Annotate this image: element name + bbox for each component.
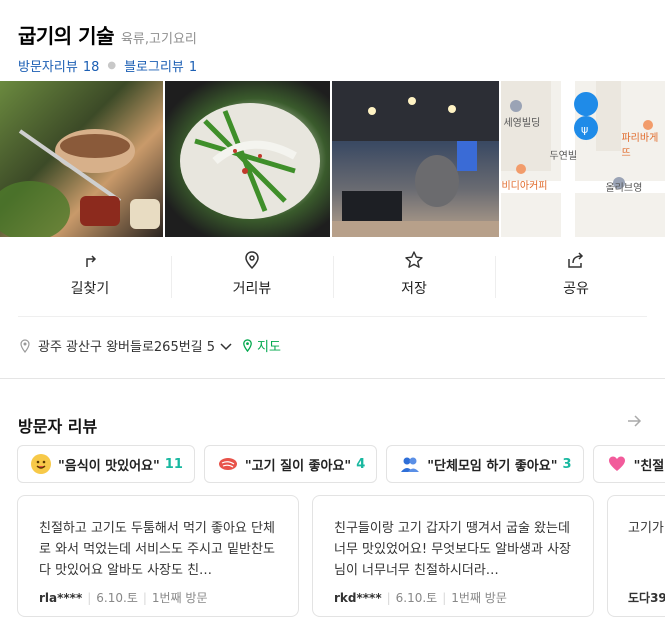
map-thumbnail[interactable]: ψ 세영빌딩 두연빌 파리바게뜨 비디아커피 올리브영 [501,81,665,237]
share-button[interactable]: 공유 [495,250,657,302]
group-icon [400,454,420,474]
keyword-chip-count: 3 [562,456,572,472]
photo-strip: ψ 세영빌딩 두연빌 파리바게뜨 비디아커피 올리브영 [0,81,665,237]
meat-icon [218,454,238,474]
photo-restaurant-interior[interactable] [332,81,500,237]
share-label: 공유 [563,281,589,297]
review-card[interactable]: 친구들이랑 고기 갑자기 땡겨서 굽술 왔는데 너무 맛있었어요! 무엇보다도 … [312,495,594,617]
photo-onion-salad[interactable] [164,81,330,237]
divider [18,316,647,317]
visitor-review-count: 18 [82,60,100,75]
keyword-chip-text: "음식이 맛있어요" [58,458,160,474]
action-bar: 길찾기 거리뷰 저장 공유 [9,250,657,302]
section-divider [0,378,665,379]
star-icon [405,251,423,268]
chevron-down-icon[interactable] [219,339,233,353]
review-card[interactable]: 친절하고 고기도 두툼해서 먹기 좋아요 단체로 와서 먹었는데 서비스도 주시… [17,495,299,617]
review-user: rkd**** [334,590,382,605]
review-card[interactable]: 고기가 도다39 [607,495,665,617]
yummy-face-icon [31,454,51,474]
svg-text:ψ: ψ [581,123,588,136]
street-view-button[interactable]: 거리뷰 [171,250,333,302]
blog-review-label: 블로그리뷰 [124,60,184,75]
keyword-chip[interactable]: "음식이 맛있어요" 11 [17,445,195,483]
map-label-5: 올리브영 [605,183,643,194]
save-label: 저장 [401,281,427,297]
review-user: 도다39 [628,591,665,605]
keyword-chip[interactable]: "친절 [592,445,665,483]
save-button[interactable]: 저장 [333,250,495,302]
directions-label: 길찾기 [70,281,110,297]
keyword-chip-count: 4 [356,456,366,472]
keyword-chip-text: "고기 질이 좋아요" [244,458,352,474]
share-icon [568,252,584,268]
place-header: 굽기의 기술 육류,고기요리 방문자리뷰 18 ● 블로그리뷰 1 [18,20,197,75]
meta-separator: | [87,590,92,605]
review-text: 친절하고 고기도 두툼해서 먹기 좋아요 단체로 와서 먹었는데 서비스도 주시… [39,521,275,578]
directions-button[interactable]: 길찾기 [9,250,171,302]
location-pin-icon [20,338,30,353]
review-visit: 1번째 방문 [451,591,507,605]
place-title: 굽기의 기술 [18,24,114,48]
visitor-review-link[interactable]: 방문자리뷰 18 [18,56,99,75]
meta-separator: | [442,590,447,605]
review-date: 6.10.토 [96,591,138,605]
place-category: 육류,고기요리 [120,32,197,47]
map-label-1: 세영빌딩 [503,118,541,129]
arrow-right-icon[interactable] [626,413,642,429]
address-row: 광주 광산구 왕버들로265번길 5 지도 [18,336,281,355]
visitor-review-label: 방문자리뷰 [18,60,78,75]
map-label-2: 두연빌 [549,151,578,162]
meta-separator: | [386,590,391,605]
meta-separator: | [142,590,147,605]
keyword-chips: "음식이 맛있어요" 11 "고기 질이 좋아요" 4 "단체모임 하기 좋아요… [17,445,665,483]
map-pin-icon [243,339,252,352]
separator-dot: ● [107,60,117,71]
review-text: 친구들이랑 고기 갑자기 땡겨서 굽술 왔는데 너무 맛있었어요! 무엇보다도 … [334,521,572,578]
review-meta: rla**** | 6.10.토 | 1번째 방문 [39,589,278,606]
blog-review-count: 1 [188,60,198,75]
visitor-review-section-title: 방문자 리뷰 [18,417,98,436]
review-cards: 친절하고 고기도 두툼해서 먹기 좋아요 단체로 와서 먹었는데 서비스도 주시… [17,495,665,617]
keyword-chip[interactable]: "단체모임 하기 좋아요" 3 [386,445,584,483]
photo-grilled-meat[interactable] [0,81,163,237]
review-visit: 1번째 방문 [151,591,208,605]
map-link[interactable]: 지도 [241,336,281,355]
blog-review-link[interactable]: 블로그리뷰 1 [124,56,197,75]
keyword-chip[interactable]: "고기 질이 좋아요" 4 [203,445,378,483]
map-label-3: 파리바게뜨 [621,133,659,159]
heart-icon [607,454,627,474]
keyword-chip-count: 11 [164,456,183,472]
review-text: 고기가 [628,521,664,536]
map-label-4: 비디아커피 [501,181,548,192]
keyword-chip-text: "단체모임 하기 좋아요" [427,458,558,474]
review-date: 6.10.토 [395,591,438,605]
map-link-label: 지도 [257,340,281,355]
address-text[interactable]: 광주 광산구 왕버들로265번길 5 [38,336,215,355]
street-view-icon [245,251,259,270]
review-meta: 도다39 [628,589,665,606]
directions-icon [86,255,97,267]
keyword-chip-text: "친절 [633,458,665,474]
street-view-label: 거리뷰 [232,281,272,297]
review-meta: rkd**** | 6.10.토 | 1번째 방문 [334,589,573,606]
review-user: rla**** [39,590,83,605]
